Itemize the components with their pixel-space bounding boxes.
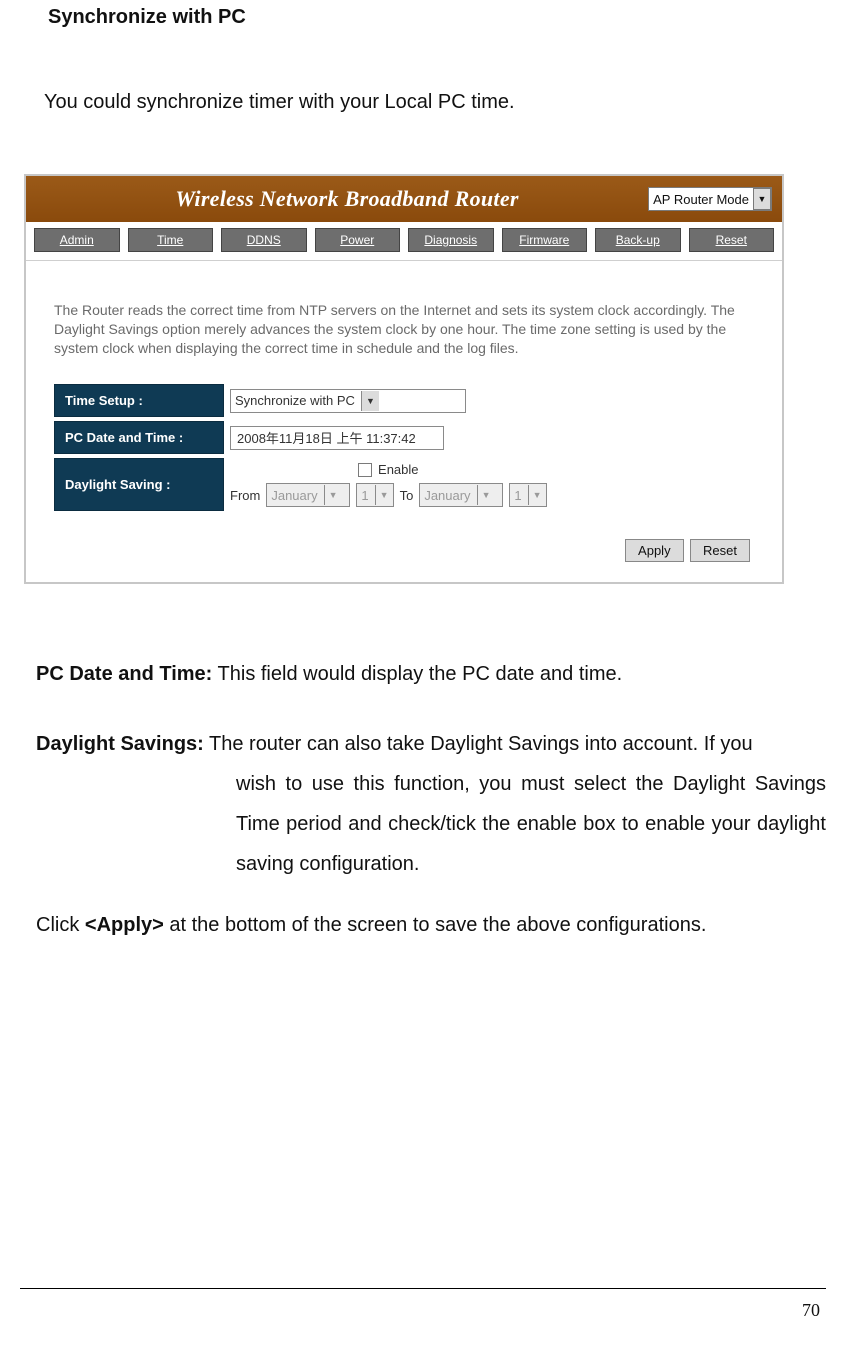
label-pc-date: PC Date and Time : bbox=[54, 421, 224, 454]
reset-button[interactable]: Reset bbox=[690, 539, 750, 562]
tab-bar: Admin Time DDNS Power Diagnosis Firmware… bbox=[26, 222, 782, 261]
pc-date-definition-text: This field would display the PC date and… bbox=[212, 663, 622, 685]
pc-date-field[interactable]: 2008年11月18日 上午 11:37:42 bbox=[230, 426, 444, 450]
label-time-setup: Time Setup : bbox=[54, 384, 224, 417]
daylight-from-month[interactable]: January ▼ bbox=[266, 483, 350, 507]
daylight-definition: Daylight Savings: The router can also ta… bbox=[36, 724, 826, 884]
daylight-definition-label: Daylight Savings: bbox=[36, 733, 204, 755]
chevron-down-icon: ▼ bbox=[324, 485, 342, 505]
intro-text: You could synchronize timer with your Lo… bbox=[44, 91, 826, 114]
tab-backup[interactable]: Back-up bbox=[595, 228, 681, 252]
section-heading: Synchronize with PC bbox=[48, 6, 826, 29]
daylight-enable-checkbox[interactable] bbox=[358, 463, 372, 477]
mode-select-value: AP Router Mode bbox=[653, 192, 749, 207]
time-setup-value: Synchronize with PC bbox=[235, 393, 355, 408]
daylight-to-label: To bbox=[400, 488, 414, 503]
router-title: Wireless Network Broadband Router bbox=[46, 186, 648, 212]
daylight-definition-first: The router can also take Daylight Saving… bbox=[204, 733, 753, 755]
tab-reset[interactable]: Reset bbox=[689, 228, 775, 252]
router-title-bar: Wireless Network Broadband Router AP Rou… bbox=[26, 176, 782, 222]
daylight-from-day[interactable]: 1 ▼ bbox=[356, 483, 393, 507]
router-screenshot: Wireless Network Broadband Router AP Rou… bbox=[24, 174, 784, 584]
label-daylight: Daylight Saving : bbox=[54, 458, 224, 511]
pc-date-definition-label: PC Date and Time: bbox=[36, 663, 212, 685]
chevron-down-icon: ▼ bbox=[528, 485, 546, 505]
time-setup-select[interactable]: Synchronize with PC ▼ bbox=[230, 389, 466, 413]
daylight-definition-rest: wish to use this function, you must sele… bbox=[36, 764, 826, 884]
daylight-enable-text: Enable bbox=[378, 462, 418, 477]
daylight-to-day[interactable]: 1 ▼ bbox=[509, 483, 546, 507]
tab-power[interactable]: Power bbox=[315, 228, 401, 252]
apply-button[interactable]: Apply bbox=[625, 539, 684, 562]
tab-diagnosis[interactable]: Diagnosis bbox=[408, 228, 494, 252]
chevron-down-icon: ▼ bbox=[477, 485, 495, 505]
daylight-from-label: From bbox=[230, 488, 260, 503]
chevron-down-icon: ▼ bbox=[375, 485, 393, 505]
chevron-down-icon: ▼ bbox=[753, 188, 771, 210]
router-description: The Router reads the correct time from N… bbox=[54, 301, 754, 358]
chevron-down-icon: ▼ bbox=[361, 391, 379, 411]
tab-time[interactable]: Time bbox=[128, 228, 214, 252]
footer-rule bbox=[20, 1288, 826, 1289]
daylight-to-month[interactable]: January ▼ bbox=[419, 483, 503, 507]
pc-date-definition: PC Date and Time: This field would displ… bbox=[36, 654, 826, 694]
tab-ddns[interactable]: DDNS bbox=[221, 228, 307, 252]
click-apply-text: Click <Apply> at the bottom of the scree… bbox=[36, 914, 826, 937]
tab-admin[interactable]: Admin bbox=[34, 228, 120, 252]
page-number: 70 bbox=[802, 1300, 820, 1321]
tab-firmware[interactable]: Firmware bbox=[502, 228, 588, 252]
mode-select[interactable]: AP Router Mode ▼ bbox=[648, 187, 772, 211]
